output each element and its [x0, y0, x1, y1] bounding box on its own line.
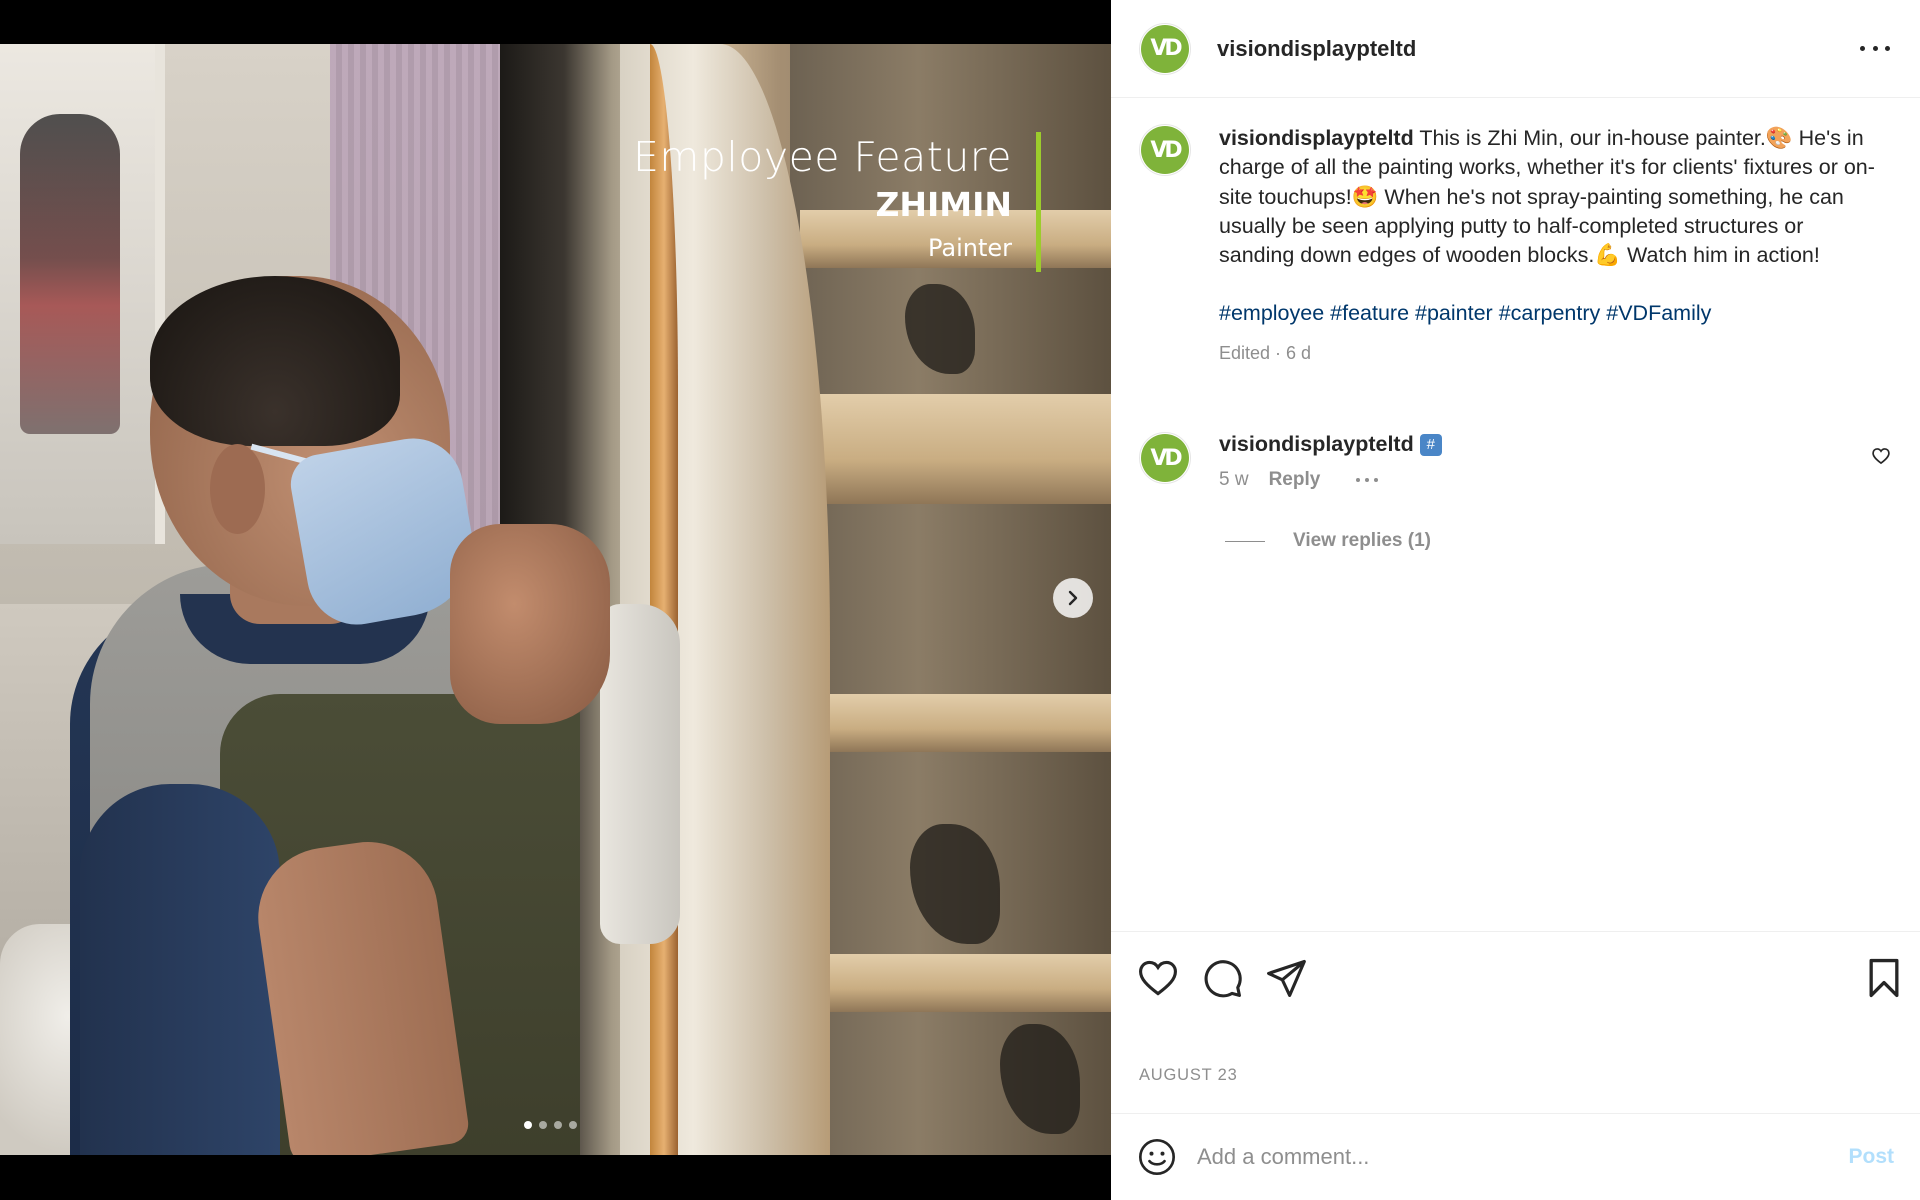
avatar[interactable]: VD — [1139, 124, 1191, 176]
more-horizontal-icon — [1365, 478, 1370, 482]
caption-hashtags[interactable]: #employee #feature #painter #carpentry #… — [1219, 299, 1879, 328]
more-horizontal-icon — [1872, 45, 1878, 51]
avatar-logo-text: VD — [1150, 36, 1182, 61]
comment-bubble-icon[interactable] — [1200, 956, 1244, 1000]
comment-time: 5 w — [1219, 469, 1249, 490]
person-sleeve — [80, 784, 280, 1155]
more-horizontal-icon — [1860, 45, 1865, 51]
wood-shelf — [800, 394, 1111, 504]
more-horizontal-icon — [1374, 478, 1379, 482]
bookmark-icon[interactable] — [1862, 956, 1906, 1000]
reply-button[interactable]: Reply — [1269, 469, 1321, 491]
wood-shelf — [800, 954, 1111, 1012]
comment-heart-icon[interactable] — [1871, 446, 1891, 466]
person-hair — [150, 276, 400, 446]
poster-figure — [20, 114, 120, 434]
comment-meta: 5 w Reply — [1219, 469, 1442, 491]
paper-plane-icon[interactable] — [1264, 956, 1308, 1000]
media-pane: Employee Feature ZHIMIN Painter — [0, 0, 1111, 1200]
avatar-logo: VD — [1141, 126, 1189, 174]
caption-body: visiondisplaypteltd This is Zhi Min, our… — [1219, 124, 1879, 368]
avatar-logo: VD — [1141, 434, 1189, 482]
comment-username[interactable]: visiondisplaypteltd — [1219, 432, 1414, 456]
person-ear — [210, 444, 265, 534]
post-side-panel: VD visiondisplaypteltd VD visiondisplayp… — [1111, 0, 1920, 1200]
overlay-employee-name: ZHIMIN — [875, 185, 1012, 224]
wood-shelf — [800, 694, 1111, 752]
smiley-icon[interactable] — [1137, 1137, 1177, 1177]
avatar-logo-text: VD — [1150, 445, 1182, 471]
carousel-next-button[interactable] — [1053, 578, 1093, 618]
avatar-logo: VD — [1141, 24, 1189, 73]
heart-icon[interactable] — [1136, 956, 1180, 1000]
comment-input[interactable] — [1197, 1144, 1817, 1170]
caption-username[interactable]: visiondisplaypteltd — [1219, 126, 1414, 150]
action-bar — [1111, 931, 1920, 1051]
comment-options-button[interactable] — [1356, 478, 1379, 482]
header-username[interactable]: visiondisplaypteltd — [1217, 36, 1416, 62]
caption: VD visiondisplaypteltd This is Zhi Min, … — [1139, 124, 1899, 368]
overlay-heading: Employee Feature — [632, 133, 1012, 181]
caption-text-block: visiondisplaypteltd This is Zhi Min, our… — [1219, 124, 1879, 270]
comment-bar: Post — [1111, 1113, 1920, 1200]
avatar[interactable]: VD — [1139, 22, 1191, 75]
comment-header: visiondisplaypteltd # — [1219, 432, 1442, 457]
more-options-button[interactable] — [1860, 36, 1890, 60]
comment: VD visiondisplaypteltd # 5 w Reply — [1139, 432, 1899, 491]
more-horizontal-icon — [1356, 478, 1361, 482]
carousel-dot — [524, 1121, 532, 1129]
overlay-employee-role: Painter — [927, 234, 1012, 262]
carousel-indicator — [524, 1121, 577, 1129]
carousel-dot — [539, 1121, 547, 1129]
carousel-dot — [569, 1121, 577, 1129]
post-comment-button[interactable]: Post — [1848, 1145, 1894, 1169]
hash-keycap-emoji: # — [1419, 434, 1442, 456]
post-date[interactable]: AUGUST 23 — [1139, 1066, 1238, 1085]
post-photo: Employee Feature ZHIMIN Painter — [0, 44, 1111, 1155]
person-hand — [450, 524, 610, 724]
avatar[interactable]: VD — [1139, 432, 1191, 484]
sanding-cloth — [600, 604, 680, 944]
avatar-logo-text: VD — [1150, 137, 1182, 163]
carousel-dot — [554, 1121, 562, 1129]
overlay-title-block: Employee Feature ZHIMIN Painter — [633, 132, 1041, 272]
view-replies-button[interactable]: View replies (1) — [1225, 530, 1431, 552]
chevron-right-icon — [1068, 590, 1078, 606]
more-horizontal-icon — [1885, 45, 1890, 51]
caption-meta: Edited · 6 d — [1219, 342, 1312, 363]
comment-body: visiondisplaypteltd # 5 w Reply — [1219, 432, 1442, 491]
post-header: VD visiondisplaypteltd — [1111, 0, 1920, 98]
view-replies-divider — [1225, 540, 1265, 542]
view-replies-label: View replies (1) — [1293, 530, 1431, 551]
